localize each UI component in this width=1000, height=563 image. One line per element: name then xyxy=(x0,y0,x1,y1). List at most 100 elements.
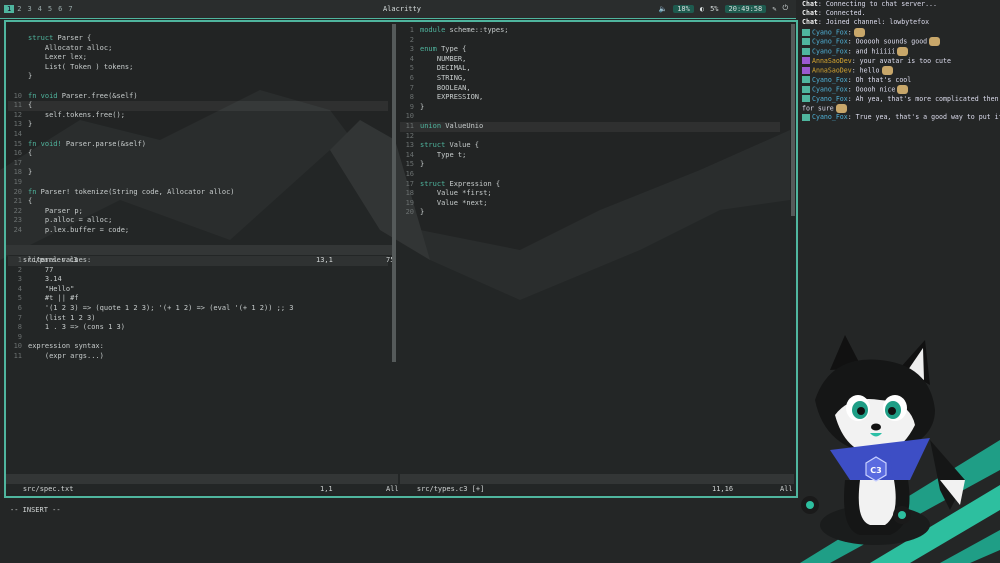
code-text: Lexer lex; xyxy=(28,53,88,62)
code-line[interactable] xyxy=(8,82,388,92)
code-text: "Hello" xyxy=(28,284,75,293)
code-line[interactable]: 1 module scheme::types; xyxy=(400,26,780,36)
emote-icon xyxy=(897,47,909,57)
code-line[interactable]: 11 (expr args...) xyxy=(8,352,388,362)
code-line[interactable]: 6 '(1 2 3) => (quote 1 2 3); '(+ 1 2) =>… xyxy=(8,304,388,314)
code-line[interactable]: 21 { xyxy=(8,197,388,207)
power-icon[interactable]: ⏻ xyxy=(782,4,788,13)
chat-text: : Connecting to chat server... xyxy=(817,0,937,8)
code-line[interactable]: 15} xyxy=(400,160,780,170)
workspace-4[interactable]: 4 xyxy=(35,5,45,13)
line-number: 21 xyxy=(13,197,22,206)
code-line[interactable]: } xyxy=(8,72,388,82)
code-line[interactable]: 14 Type t; xyxy=(400,151,780,161)
line-number: 18 xyxy=(13,168,22,177)
code-text: '(1 2 3) => (quote 1 2 3); '(+ 1 2) => (… xyxy=(28,303,294,312)
code-line[interactable]: 1 literal values: xyxy=(8,256,388,266)
code-line[interactable]: 19 xyxy=(8,178,388,188)
code-line[interactable]: struct Parser { xyxy=(8,34,388,44)
code-line[interactable]: 11 union ValueUnio xyxy=(400,121,780,132)
code-line[interactable]: 13} xyxy=(8,120,388,130)
brightness-level: 5% xyxy=(710,4,719,13)
code-line[interactable]: 4 "Hello" xyxy=(8,285,388,295)
system-tray: 🔈 18% ◐ 5% 20:49:58 ✎ ⏻ xyxy=(658,4,788,13)
code-line[interactable]: 22 Parser p; xyxy=(8,207,388,217)
code-line[interactable]: 2 xyxy=(400,36,780,46)
code-line[interactable]: 10 xyxy=(400,112,780,122)
code-line[interactable]: 7 (list 1 2 3) xyxy=(8,314,388,324)
terminal-window[interactable]: struct Parser { Allocator alloc; Lexer l… xyxy=(4,20,798,514)
code-line[interactable]: 12 xyxy=(400,132,780,142)
editor-pane-types[interactable]: 1 module scheme::types; 2 3 enum Type {4 NUM… xyxy=(400,26,780,218)
chat-text: : Oh that's cool xyxy=(847,75,912,84)
line-number: 10 xyxy=(13,342,22,351)
code-line[interactable]: 14 xyxy=(8,130,388,140)
code-line[interactable]: 19 Value *next; xyxy=(400,199,780,209)
chat-overlay: Chat: Connecting to chat server... Chat: … xyxy=(800,0,1000,123)
code-line[interactable]: 5 DECIMAL, xyxy=(400,64,780,74)
user-badge-icon xyxy=(802,28,810,36)
line-number: 6 xyxy=(409,73,414,82)
scrollbar[interactable] xyxy=(791,24,795,216)
workspace-7[interactable]: 7 xyxy=(65,5,75,13)
code-line[interactable]: 10 expression syntax: xyxy=(8,342,388,352)
code-line[interactable]: 16 { xyxy=(8,149,388,159)
code-line[interactable]: 8 1 . 3 => (cons 1 3) xyxy=(8,323,388,333)
code-text: } xyxy=(28,72,33,81)
chat-username: Cyano_Fox xyxy=(812,113,848,122)
line-number: 10 xyxy=(13,91,22,100)
code-line[interactable]: 23 p.alloc = alloc; xyxy=(8,216,388,226)
code-line[interactable]: 18} xyxy=(8,168,388,178)
code-line[interactable]: 10 fn void Parser.free(&self) xyxy=(8,92,388,102)
code-line[interactable]: 16 xyxy=(400,170,780,180)
code-line[interactable]: 17 struct Expression { xyxy=(400,180,780,190)
code-line[interactable]: 12 self.tokens.free(); xyxy=(8,111,388,121)
code-line[interactable]: 24 p.lex.buffer = code; xyxy=(8,226,388,236)
chat-message: Cyano_Fox: Ooooh nice xyxy=(800,84,1000,95)
workspace-2[interactable]: 2 xyxy=(14,5,24,13)
code-text: } xyxy=(420,102,425,111)
workspace-5[interactable]: 5 xyxy=(45,5,55,13)
code-line[interactable]: 9} xyxy=(400,103,780,113)
workspace-6[interactable]: 6 xyxy=(55,5,65,13)
code-line[interactable]: 17 xyxy=(8,159,388,169)
code-line[interactable]: 4 NUMBER, xyxy=(400,55,780,65)
code-line[interactable]: 6 STRING, xyxy=(400,74,780,84)
chat-username: AnnaSaoDev xyxy=(812,66,852,75)
chat-message: Cyano_Fox: Oooooh sounds good xyxy=(800,37,1000,47)
pane-separator[interactable] xyxy=(392,24,396,362)
speaker-icon[interactable]: 🔈 xyxy=(658,5,667,13)
line-number: 3 xyxy=(409,45,414,54)
code-line[interactable]: 5 #t || #f xyxy=(8,294,388,304)
code-line[interactable]: Lexer lex; xyxy=(8,53,388,63)
code-line[interactable]: 8 EXPRESSION, xyxy=(400,93,780,103)
code-line[interactable]: 3 enum Type { xyxy=(400,45,780,55)
code-line[interactable]: 18 Value *first; xyxy=(400,189,780,199)
statusline-position: 11,16 xyxy=(712,485,734,493)
chat-username: Cyano_Fox xyxy=(812,85,848,94)
code-line[interactable]: 11 { xyxy=(8,101,388,111)
code-line[interactable]: 13 struct Value { xyxy=(400,141,780,151)
code-line[interactable]: Allocator alloc; xyxy=(8,44,388,54)
code-text: expression syntax: xyxy=(28,342,104,351)
code-line[interactable]: List( Token ) tokens; xyxy=(8,63,388,73)
editor-pane-parser[interactable]: struct Parser { Allocator alloc; Lexer l… xyxy=(8,34,388,235)
code-text: literal values: xyxy=(28,256,92,264)
code-line[interactable]: 9 xyxy=(8,333,388,343)
code-line[interactable]: 3 3.14 xyxy=(8,275,388,285)
code-text: NUMBER, xyxy=(420,54,467,63)
code-line[interactable]: 2 77 xyxy=(8,266,388,276)
line-number: 13 xyxy=(405,141,414,150)
code-line[interactable]: 7 BOOLEAN, xyxy=(400,84,780,94)
editor-pane-spec[interactable]: 1 literal values: 2 77 3 3.14 4 "Hello" 5 #t … xyxy=(8,256,388,362)
clock: 20:49:58 xyxy=(724,4,767,13)
workspace-switcher[interactable]: 1234567 xyxy=(4,5,76,13)
code-line[interactable]: 20 fn Parser! tokenize(String code, Alloc… xyxy=(8,188,388,198)
code-line[interactable]: 15 fn void! Parser.parse(&self) xyxy=(8,140,388,150)
code-line[interactable]: 20} xyxy=(400,208,780,218)
code-text: Type t; xyxy=(420,150,467,159)
workspace-3[interactable]: 3 xyxy=(24,5,34,13)
workspace-1[interactable]: 1 xyxy=(4,5,15,13)
pen-icon[interactable]: ✎ xyxy=(772,5,776,13)
chat-username: Cyano_Fox xyxy=(812,28,848,37)
